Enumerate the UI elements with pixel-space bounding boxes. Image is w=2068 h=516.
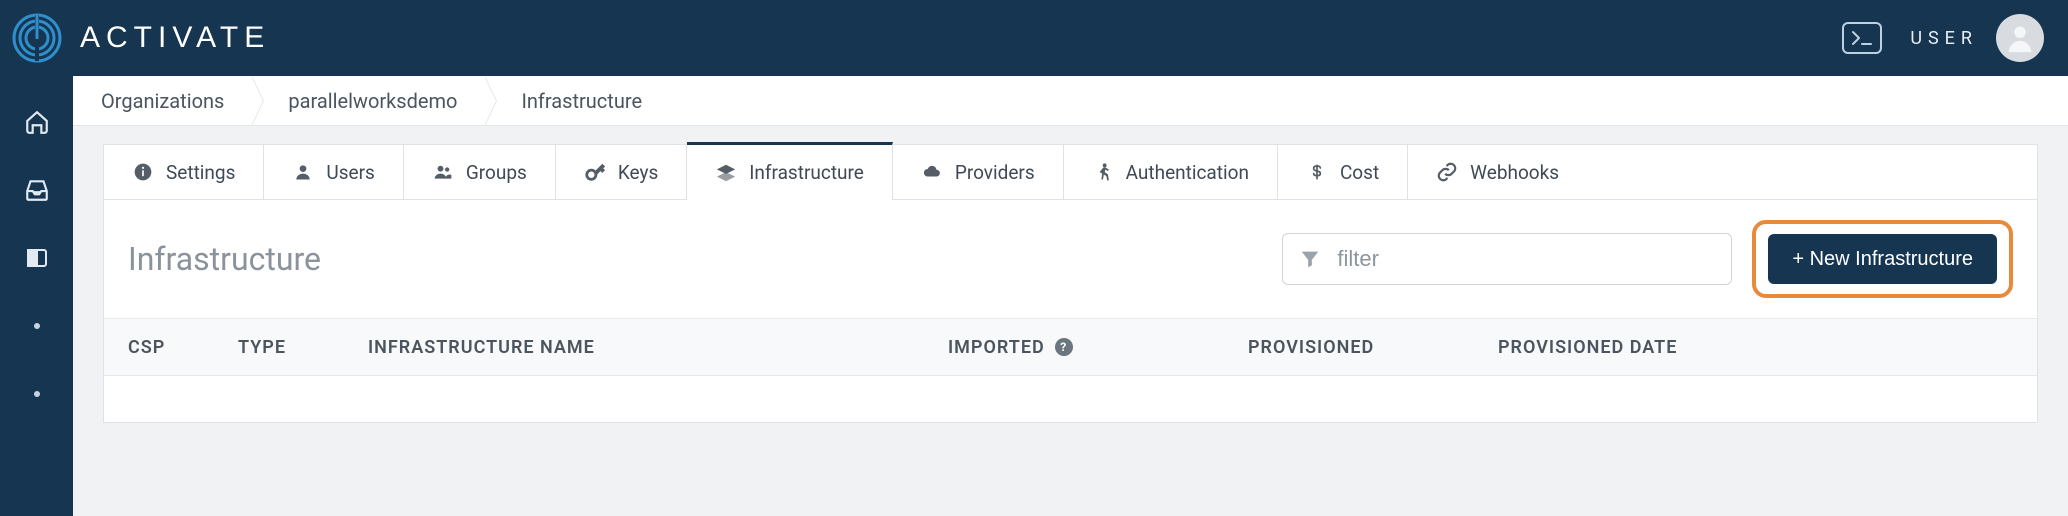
tab-label: Providers: [955, 161, 1035, 184]
tab-label: Settings: [166, 161, 235, 184]
panel: Infrastructure + New Infrastructure CSP …: [103, 199, 2038, 423]
rail-more-1[interactable]: [23, 312, 51, 340]
new-infrastructure-highlight: + New Infrastructure: [1752, 220, 2013, 298]
terminal-icon: [1851, 30, 1873, 46]
panel-icon: [25, 246, 49, 270]
panel-head: Infrastructure + New Infrastructure: [104, 200, 2037, 318]
tab-label: Users: [326, 161, 374, 184]
breadcrumb-organizations[interactable]: Organizations: [101, 89, 252, 113]
rail-inbox-button[interactable]: [23, 176, 51, 204]
tab-infrastructure[interactable]: Infrastructure: [687, 142, 893, 200]
runner-icon: [1092, 161, 1114, 183]
home-icon: [24, 109, 50, 135]
users-icon: [432, 161, 454, 183]
tab-label: Groups: [466, 161, 527, 184]
tab-settings[interactable]: Settings: [104, 145, 264, 199]
topbar: ACTIVATE USER: [0, 0, 2068, 76]
th-csp: CSP: [128, 337, 198, 358]
filter-icon: [1299, 248, 1321, 270]
brand-wordmark: ACTIVATE: [80, 21, 270, 55]
th-name: INFRASTRUCTURE NAME: [368, 337, 908, 358]
dot-icon: [34, 391, 40, 397]
tab-label: Cost: [1340, 161, 1379, 184]
rail-home-button[interactable]: [23, 108, 51, 136]
th-imported: IMPORTED ?: [948, 337, 1208, 358]
filter-input[interactable]: [1337, 246, 1715, 272]
tab-groups[interactable]: Groups: [404, 145, 556, 199]
terminal-button[interactable]: [1842, 22, 1882, 54]
tab-label: Webhooks: [1470, 161, 1559, 184]
th-provisioned-date: PROVISIONED DATE: [1498, 337, 2013, 358]
breadcrumb: Organizations parallelworksdemo Infrastr…: [73, 76, 2068, 126]
breadcrumb-infrastructure[interactable]: Infrastructure: [503, 89, 670, 113]
main: Organizations parallelworksdemo Infrastr…: [73, 76, 2068, 516]
filter-field[interactable]: [1282, 233, 1732, 285]
panel-title: Infrastructure: [128, 240, 1262, 278]
user-label: USER: [1910, 28, 1978, 49]
tab-cost[interactable]: Cost: [1278, 145, 1408, 199]
th-type: TYPE: [238, 337, 328, 358]
tab-label: Infrastructure: [749, 161, 864, 184]
breadcrumb-separator: [485, 76, 503, 126]
rail-more-2[interactable]: [23, 380, 51, 408]
dollar-icon: [1306, 161, 1328, 183]
table-header: CSP TYPE INFRASTRUCTURE NAME IMPORTED ? …: [104, 318, 2037, 376]
th-imported-label: IMPORTED: [948, 337, 1045, 358]
brand-logo-icon: [12, 13, 62, 63]
cloud-icon: [921, 161, 943, 183]
tab-providers[interactable]: Providers: [893, 145, 1064, 199]
dot-icon: [34, 323, 40, 329]
new-infrastructure-button[interactable]: + New Infrastructure: [1768, 234, 1997, 284]
tab-authentication[interactable]: Authentication: [1064, 145, 1278, 199]
user-avatar[interactable]: [1996, 14, 2044, 62]
help-icon[interactable]: ?: [1055, 338, 1073, 356]
rail-panel-button[interactable]: [23, 244, 51, 272]
th-provisioned: PROVISIONED: [1248, 337, 1458, 358]
brand[interactable]: ACTIVATE: [12, 13, 270, 63]
link-icon: [1436, 161, 1458, 183]
key-icon: [584, 161, 606, 183]
user-icon: [292, 161, 314, 183]
avatar-icon: [2003, 21, 2037, 55]
left-rail: [0, 76, 73, 516]
tab-label: Authentication: [1126, 161, 1249, 184]
tab-webhooks[interactable]: Webhooks: [1408, 145, 1587, 199]
tab-label: Keys: [618, 161, 658, 184]
table-body-empty: [104, 376, 2037, 422]
breadcrumb-org-name[interactable]: parallelworksdemo: [270, 89, 485, 113]
inbox-icon: [24, 178, 50, 202]
info-icon: [132, 161, 154, 183]
tabstrip: Settings Users Groups Keys: [103, 144, 2038, 199]
breadcrumb-separator: [252, 76, 270, 126]
tab-users[interactable]: Users: [264, 145, 403, 199]
tab-keys[interactable]: Keys: [556, 145, 687, 199]
layers-icon: [715, 162, 737, 184]
